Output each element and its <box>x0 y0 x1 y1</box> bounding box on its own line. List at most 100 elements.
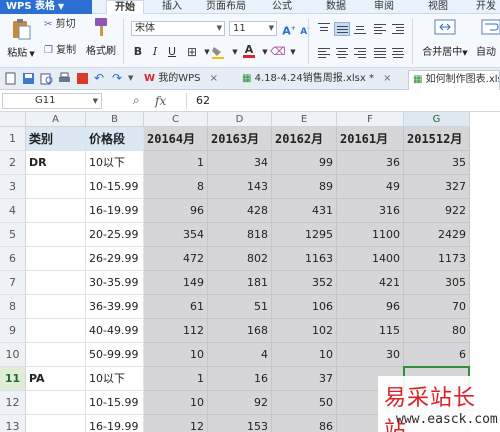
tab-data[interactable]: 数据 <box>326 0 346 14</box>
font-size-select[interactable]: 11 ▼ <box>229 21 277 36</box>
new-file-icon[interactable] <box>4 72 17 85</box>
column-header-g[interactable]: G <box>404 112 470 127</box>
cell-col-c[interactable]: 8 <box>144 175 208 199</box>
row-header[interactable]: 9 <box>0 319 26 343</box>
borders-icon[interactable]: ⊞ <box>185 45 199 59</box>
cell-col-e[interactable]: 10 <box>272 343 337 367</box>
cell-col-c[interactable]: 61 <box>144 295 208 319</box>
cell-col-a[interactable] <box>26 175 86 199</box>
cell-col-e[interactable]: 431 <box>272 199 337 223</box>
close-icon[interactable]: × <box>383 73 391 84</box>
cell-col-d[interactable]: 143 <box>208 175 272 199</box>
print-preview-icon[interactable] <box>40 72 53 85</box>
cell-col-c[interactable]: 1 <box>144 151 208 175</box>
cell-col-d[interactable]: 818 <box>208 223 272 247</box>
align-middle-icon[interactable] <box>334 22 350 36</box>
cell-col-g[interactable]: 327 <box>404 175 470 199</box>
cell-col-a[interactable] <box>26 343 86 367</box>
cell-col-a[interactable] <box>26 391 86 415</box>
cell-col-a[interactable]: PA <box>26 367 86 391</box>
format-painter-button[interactable]: 格式刷 <box>84 16 118 57</box>
auto-wrap-button[interactable]: 自动 <box>476 16 500 58</box>
cell-col-a[interactable] <box>26 223 86 247</box>
cell-col-b[interactable]: 20-25.99 <box>86 223 144 247</box>
cell-col-e[interactable]: 89 <box>272 175 337 199</box>
row-header[interactable]: 2 <box>0 151 26 175</box>
cell-col-c[interactable]: 1 <box>144 367 208 391</box>
cell-col-f[interactable]: 1400 <box>337 247 404 271</box>
shrink-font-button[interactable]: A- <box>298 22 312 37</box>
chevron-down-icon[interactable]: ▼ <box>286 45 300 59</box>
cell-col-c[interactable]: 354 <box>144 223 208 247</box>
export-icon[interactable] <box>76 72 89 85</box>
cell-col-c[interactable]: 96 <box>144 199 208 223</box>
copy-button[interactable]: ❐ 复制 <box>44 44 76 58</box>
column-header-b[interactable]: B <box>86 112 144 127</box>
italic-button[interactable]: I <box>148 45 162 59</box>
cell-col-g[interactable]: 2429 <box>404 223 470 247</box>
cell-col-g[interactable]: 6 <box>404 343 470 367</box>
cell-col-e[interactable]: 102 <box>272 319 337 343</box>
cell-col-b[interactable]: 16-19.99 <box>86 199 144 223</box>
cell-col-b[interactable]: 16-19.99 <box>86 415 144 432</box>
doc-tab-sales-report[interactable]: ▦ 4.18-4.24销售周报.xlsx * × <box>238 70 408 90</box>
column-header-f[interactable]: F <box>337 112 404 127</box>
row-header[interactable]: 13 <box>0 415 26 432</box>
cell-col-c[interactable]: 112 <box>144 319 208 343</box>
cell-col-a[interactable] <box>26 199 86 223</box>
cell-col-b[interactable]: 26-29.99 <box>86 247 144 271</box>
cell-col-a[interactable]: DR <box>26 151 86 175</box>
header-cell[interactable]: 20163月 <box>208 127 272 151</box>
clear-format-icon[interactable]: ⌫ <box>270 45 286 59</box>
column-header-e[interactable]: E <box>272 112 337 127</box>
justify-icon[interactable] <box>372 46 388 60</box>
cell-col-d[interactable]: 168 <box>208 319 272 343</box>
align-top-icon[interactable] <box>316 22 332 36</box>
distributed-icon[interactable] <box>390 46 406 60</box>
column-header-c[interactable]: C <box>144 112 208 127</box>
cell-col-f[interactable]: 421 <box>337 271 404 295</box>
cell-col-g[interactable]: 305 <box>404 271 470 295</box>
cell-col-f[interactable]: 49 <box>337 175 404 199</box>
insert-function-button[interactable]: fx <box>155 94 166 108</box>
cell-col-d[interactable]: 153 <box>208 415 272 432</box>
header-cell[interactable]: 20161月 <box>337 127 404 151</box>
header-cell[interactable]: 201512月 <box>404 127 470 151</box>
cell-col-d[interactable]: 4 <box>208 343 272 367</box>
cell-col-d[interactable]: 181 <box>208 271 272 295</box>
tab-formulas[interactable]: 公式 <box>272 0 292 14</box>
cell-col-b[interactable]: 10以下 <box>86 367 144 391</box>
cell-col-c[interactable]: 10 <box>144 391 208 415</box>
header-cell[interactable]: 20162月 <box>272 127 337 151</box>
cell-col-g[interactable]: 80 <box>404 319 470 343</box>
cell-col-f[interactable]: 316 <box>337 199 404 223</box>
cell-col-a[interactable] <box>26 247 86 271</box>
undo-icon[interactable]: ↶ <box>94 72 107 85</box>
cell-col-b[interactable]: 10以下 <box>86 151 144 175</box>
cell-col-c[interactable]: 149 <box>144 271 208 295</box>
cell-col-b[interactable]: 50-99.99 <box>86 343 144 367</box>
cell-col-e[interactable]: 99 <box>272 151 337 175</box>
cell-col-e[interactable]: 352 <box>272 271 337 295</box>
cell-col-a[interactable] <box>26 295 86 319</box>
doc-tab-active[interactable]: ▦ 如何制作图表.xlsx <box>408 70 500 90</box>
cell-col-d[interactable]: 92 <box>208 391 272 415</box>
paste-button[interactable]: 粘贴 ▼ <box>6 18 36 59</box>
cell-col-e[interactable]: 1163 <box>272 247 337 271</box>
cell-col-e[interactable]: 50 <box>272 391 337 415</box>
align-center-icon[interactable] <box>334 46 350 60</box>
app-menu-button[interactable]: WPS 表格 ▼ <box>0 0 92 14</box>
row-header[interactable]: 3 <box>0 175 26 199</box>
cell-col-c[interactable]: 472 <box>144 247 208 271</box>
save-icon[interactable] <box>22 72 35 85</box>
fill-color-button[interactable] <box>211 45 225 59</box>
chevron-down-icon[interactable]: ▼ <box>228 45 242 59</box>
redo-icon[interactable]: ↷ <box>112 72 125 85</box>
tab-review[interactable]: 审阅 <box>374 0 394 14</box>
grow-font-button[interactable]: A+ <box>282 22 296 38</box>
cell-col-f[interactable]: 96 <box>337 295 404 319</box>
cell-col-e[interactable]: 86 <box>272 415 337 432</box>
row-header[interactable]: 12 <box>0 391 26 415</box>
bold-button[interactable]: B <box>131 45 145 59</box>
print-icon[interactable] <box>58 72 71 85</box>
